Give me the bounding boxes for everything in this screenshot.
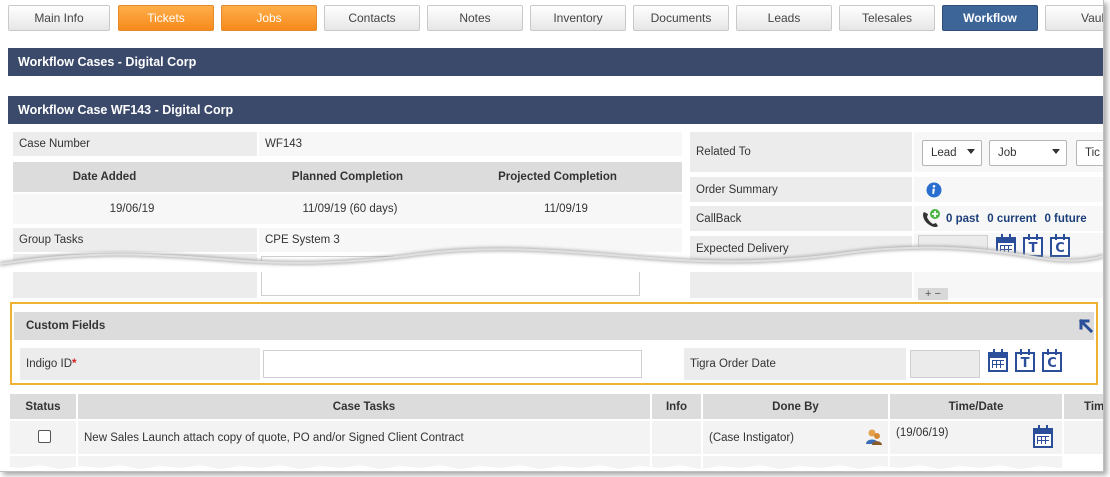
- related-ticket-value: Tic: [1085, 147, 1100, 159]
- workflow-cases-header: Workflow Cases - Digital Corp: [8, 48, 1103, 76]
- callback-current[interactable]: 0 current: [987, 213, 1036, 225]
- chevron-down-icon: [967, 149, 975, 154]
- chevron-down-icon: [1052, 149, 1060, 154]
- tigra-order-date-label: Tigra Order Date: [684, 348, 906, 380]
- indigo-id-text: Indigo ID: [26, 358, 73, 370]
- related-ticket-select[interactable]: Tic: [1076, 140, 1103, 166]
- calendar-icon[interactable]: [988, 349, 1008, 372]
- planned-completion-value: 11/09/19 (60 days): [250, 194, 450, 224]
- clear-icon[interactable]: C: [1042, 349, 1062, 372]
- task-description: New Sales Launch attach copy of quote, P…: [78, 421, 650, 454]
- callback-future[interactable]: 0 future: [1044, 213, 1086, 225]
- projected-completion-value: 11/09/19: [450, 194, 682, 224]
- user-icon[interactable]: [865, 428, 883, 446]
- today-icon[interactable]: T: [1015, 349, 1035, 372]
- tab-workflow[interactable]: Workflow: [942, 5, 1038, 31]
- add-remove-controls[interactable]: + −: [918, 288, 948, 300]
- task-done-by-cell: (Case Instigator): [703, 421, 888, 454]
- case-number-label: Case Number: [13, 132, 257, 156]
- task-checkbox[interactable]: [38, 430, 51, 443]
- col-done-by: Done By: [703, 394, 888, 419]
- tab-notes[interactable]: Notes: [427, 5, 523, 31]
- workflow-window: Main Info Tickets Jobs Contacts Notes In…: [0, 0, 1104, 472]
- expand-arrow-icon[interactable]: [1078, 318, 1094, 334]
- col-case-tasks: Case Tasks: [78, 394, 650, 419]
- order-summary-label: Order Summary: [690, 177, 912, 202]
- tab-documents[interactable]: Documents: [633, 5, 729, 31]
- related-type-select[interactable]: Lead: [922, 140, 982, 166]
- tab-inventory[interactable]: Inventory: [530, 5, 626, 31]
- indigo-id-label: Indigo ID *: [20, 348, 260, 380]
- col-status: Status: [10, 394, 76, 419]
- tab-tickets[interactable]: Tickets: [118, 5, 214, 31]
- tab-main-info[interactable]: Main Info: [8, 5, 110, 31]
- callback-past[interactable]: 0 past: [946, 213, 979, 225]
- case-title-header: Workflow Case WF143 - Digital Corp: [8, 96, 1103, 124]
- task-time-date: (19/06/19): [896, 426, 949, 439]
- tab-bar: Main Info Tickets Jobs Contacts Notes In…: [0, 0, 1103, 36]
- torn-bottom-edge: [0, 465, 1103, 471]
- tab-contacts[interactable]: Contacts: [324, 5, 420, 31]
- tab-telesales[interactable]: Telesales: [839, 5, 935, 31]
- torn-edge-divider: [0, 245, 1103, 272]
- task-done-by: (Case Instigator): [709, 431, 795, 444]
- callback-label: CallBack: [690, 206, 912, 231]
- projected-completion-header: Projected Completion: [433, 162, 682, 192]
- required-mark: *: [72, 358, 77, 370]
- col-extra: Tim: [1064, 394, 1103, 419]
- case-number-value: WF143: [259, 132, 682, 156]
- callback-cell: 0 past 0 current 0 future: [914, 206, 1103, 231]
- calendar-icon[interactable]: [1033, 425, 1053, 448]
- order-summary-cell: [914, 177, 1103, 202]
- date-added-header: Date Added: [13, 162, 196, 192]
- custom-fields-title: Custom Fields: [26, 320, 106, 332]
- tab-leads[interactable]: Leads: [736, 5, 832, 31]
- tigra-order-date-input[interactable]: [910, 350, 980, 378]
- related-job-value: Job: [998, 147, 1017, 159]
- task-info-cell: [652, 421, 701, 454]
- custom-fields-header: Custom Fields: [14, 312, 1094, 340]
- indigo-id-input[interactable]: [263, 350, 642, 378]
- related-type-value: Lead: [931, 147, 957, 159]
- phone-add-icon[interactable]: [920, 208, 942, 230]
- related-job-select[interactable]: Job: [989, 140, 1067, 166]
- tab-jobs[interactable]: Jobs: [221, 5, 317, 31]
- workflow-label-cell: [690, 268, 912, 298]
- tab-vault[interactable]: Vaul: [1045, 5, 1103, 31]
- col-info: Info: [652, 394, 701, 419]
- related-to-label: Related To: [690, 132, 912, 172]
- col-time-date: Time/Date: [890, 394, 1062, 419]
- info-icon[interactable]: [926, 182, 942, 198]
- custom-fields-panel: Custom Fields Indigo ID * Tigra Order Dat…: [10, 302, 1098, 385]
- task-extra-cell: [1064, 421, 1103, 454]
- date-added-value: 19/06/19: [13, 194, 251, 224]
